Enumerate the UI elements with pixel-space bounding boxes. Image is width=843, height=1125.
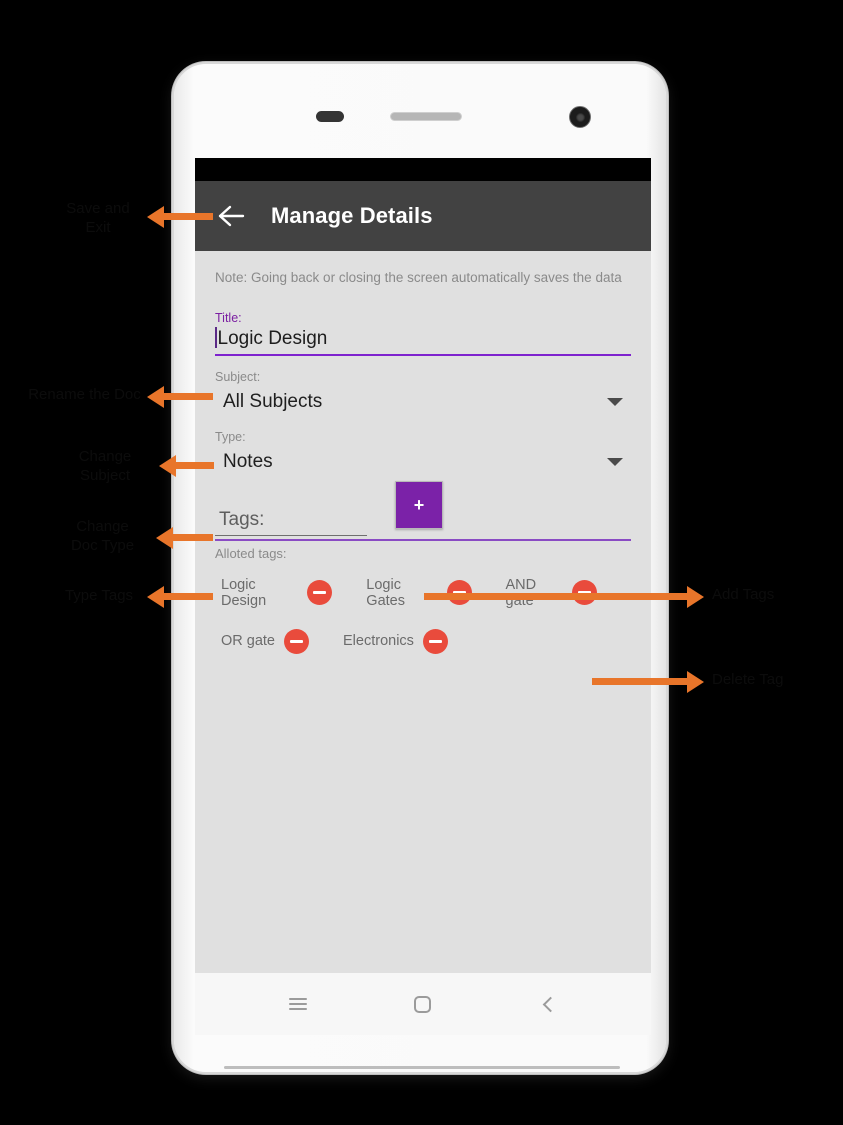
subject-dropdown[interactable]: All Subjects [215, 386, 631, 418]
tag-chip: OR gate [221, 628, 309, 654]
title-field-label: Title: [215, 311, 242, 326]
type-field-label: Type: [215, 430, 246, 445]
phone-top-hardware [174, 64, 666, 158]
minus-circle-icon[interactable] [422, 628, 448, 654]
annotation-arrow-add-tags [424, 593, 687, 600]
phone-device-frame: Manage Details Note: Going back or closi… [172, 62, 668, 1074]
tag-chip-label: Logic Design [221, 576, 267, 609]
phone-screen: Manage Details Note: Going back or closi… [195, 158, 651, 973]
status-bar [195, 158, 651, 181]
chevron-left-icon [542, 996, 559, 1012]
form-content: Note: Going back or closing the screen a… [195, 251, 651, 973]
add-tag-button[interactable]: + [395, 481, 443, 530]
tags-input[interactable]: Tags: [215, 509, 367, 537]
tag-chip-label: Electronics [343, 633, 414, 650]
annotation-arrow-save-and-exit [163, 213, 213, 220]
android-navigation-bar [195, 973, 651, 1035]
alloted-tags-label: Alloted tags: [215, 545, 287, 561]
annotation-arrowhead-change-doc-type [156, 527, 173, 549]
tag-chip: Electronics [343, 628, 448, 654]
annotation-label-add-tags: Add Tags [712, 586, 775, 603]
type-dropdown-value: Notes [223, 451, 273, 473]
system-back-button[interactable] [524, 984, 572, 1024]
annotation-arrow-delete-tag [592, 678, 687, 685]
annotation-arrowhead-save-and-exit [147, 206, 164, 228]
annotation-label-type-tags: Type Tags [64, 587, 134, 604]
annotation-label-delete-tag: Delete Tag [712, 671, 784, 688]
type-dropdown[interactable]: Notes [215, 446, 631, 478]
earpiece-speaker-icon [390, 112, 462, 121]
proximity-sensor-icon [316, 111, 344, 122]
annotation-label-rename-the-doc: Rename the Doc [28, 386, 141, 403]
page-title: Manage Details [271, 203, 433, 228]
app-bar: Manage Details [195, 181, 651, 251]
text-cursor-icon [215, 327, 217, 349]
annotation-arrowhead-add-tags [687, 586, 704, 608]
screenshot-canvas: Manage Details Note: Going back or closi… [0, 0, 843, 1125]
type-field-group: Type: Notes [215, 430, 631, 478]
annotation-label-save-and-exit: Save and Exit [66, 200, 130, 236]
alloted-tags-list: Logic Design Logic Gates AND gate OR gat… [215, 577, 631, 654]
annotation-arrow-rename-the-doc [163, 393, 213, 400]
minus-circle-icon[interactable] [307, 580, 333, 606]
annotation-label-change-doc-type: Change Doc Type [70, 518, 135, 554]
front-camera-icon [569, 106, 591, 128]
tags-field-underline [215, 539, 631, 541]
annotation-label-change-subject: Change Subject [78, 448, 132, 484]
menu-icon [288, 995, 307, 1013]
phone-bottom-speaker [224, 1066, 620, 1069]
note-text: Note: Going back or closing the screen a… [215, 270, 622, 285]
tags-field-group: Tags: + Alloted tags: Logic Design Logic… [215, 481, 631, 654]
annotation-arrow-change-subject [176, 462, 214, 469]
annotation-arrowhead-rename-the-doc [147, 386, 164, 408]
tag-chip-label: OR gate [221, 633, 275, 650]
annotation-arrow-type-tags [163, 593, 213, 600]
annotation-arrowhead-change-subject [159, 455, 176, 477]
recents-button[interactable] [274, 984, 322, 1024]
annotation-arrow-change-doc-type [173, 534, 213, 541]
title-input[interactable]: Logic Design [215, 327, 631, 357]
subject-field-group: Subject: All Subjects [215, 370, 631, 418]
tag-row: OR gate Electronics [215, 628, 631, 654]
plus-icon: + [413, 495, 425, 516]
tags-input-row: Tags: + [215, 481, 631, 537]
minus-circle-icon[interactable] [284, 628, 309, 654]
back-button[interactable] [209, 194, 253, 238]
home-button[interactable] [399, 984, 447, 1024]
square-icon [414, 995, 432, 1013]
tag-chip: Logic Design [221, 576, 333, 609]
annotation-arrowhead-delete-tag [687, 671, 704, 693]
title-input-value: Logic Design [217, 328, 328, 350]
chevron-down-icon [607, 398, 623, 407]
title-field-group: Title: Logic Design [215, 311, 631, 357]
arrow-left-icon [217, 204, 245, 228]
subject-dropdown-value: All Subjects [223, 391, 323, 413]
subject-field-label: Subject: [215, 370, 261, 385]
chevron-down-icon [607, 458, 623, 467]
